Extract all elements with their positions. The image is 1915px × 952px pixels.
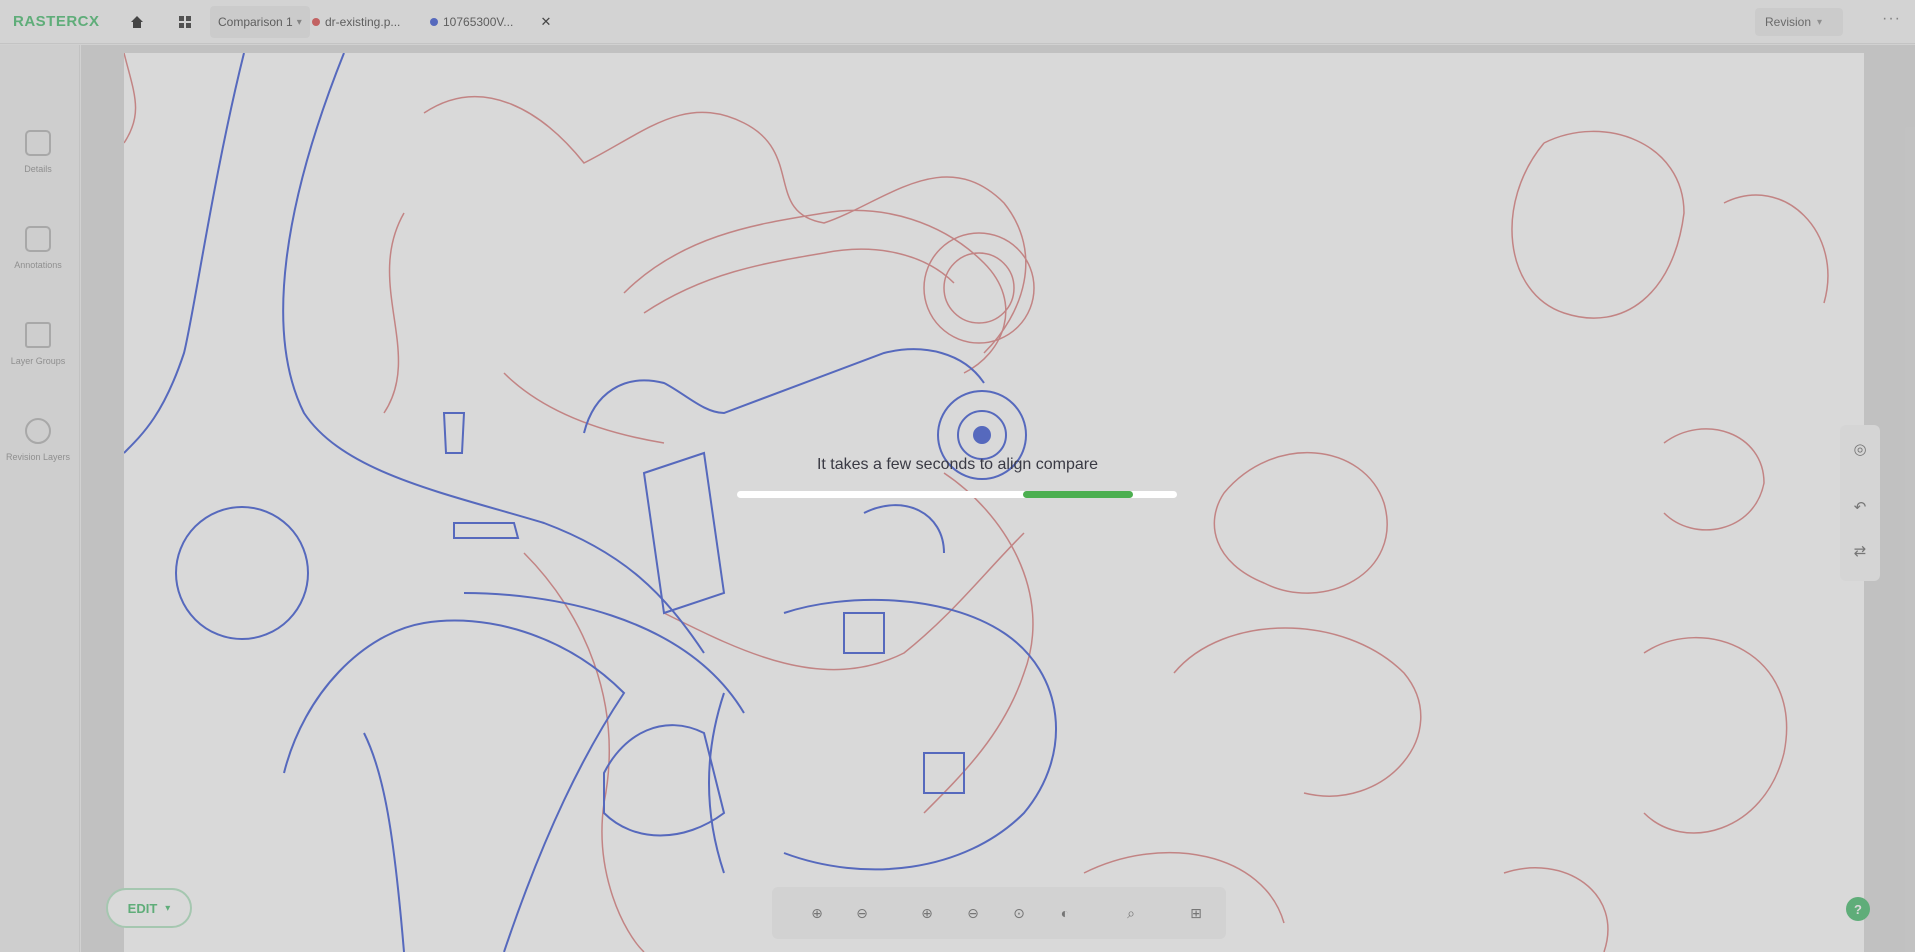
app-window: RASTERCX Comparison 1 ▾ dr-existing.p...… [0, 0, 1915, 952]
loading-message: It takes a few seconds to align compare [816, 456, 1099, 473]
loading-overlay: It takes a few seconds to align compare [0, 0, 1915, 952]
progress-fill [1023, 491, 1133, 498]
progress-track [737, 491, 1177, 498]
